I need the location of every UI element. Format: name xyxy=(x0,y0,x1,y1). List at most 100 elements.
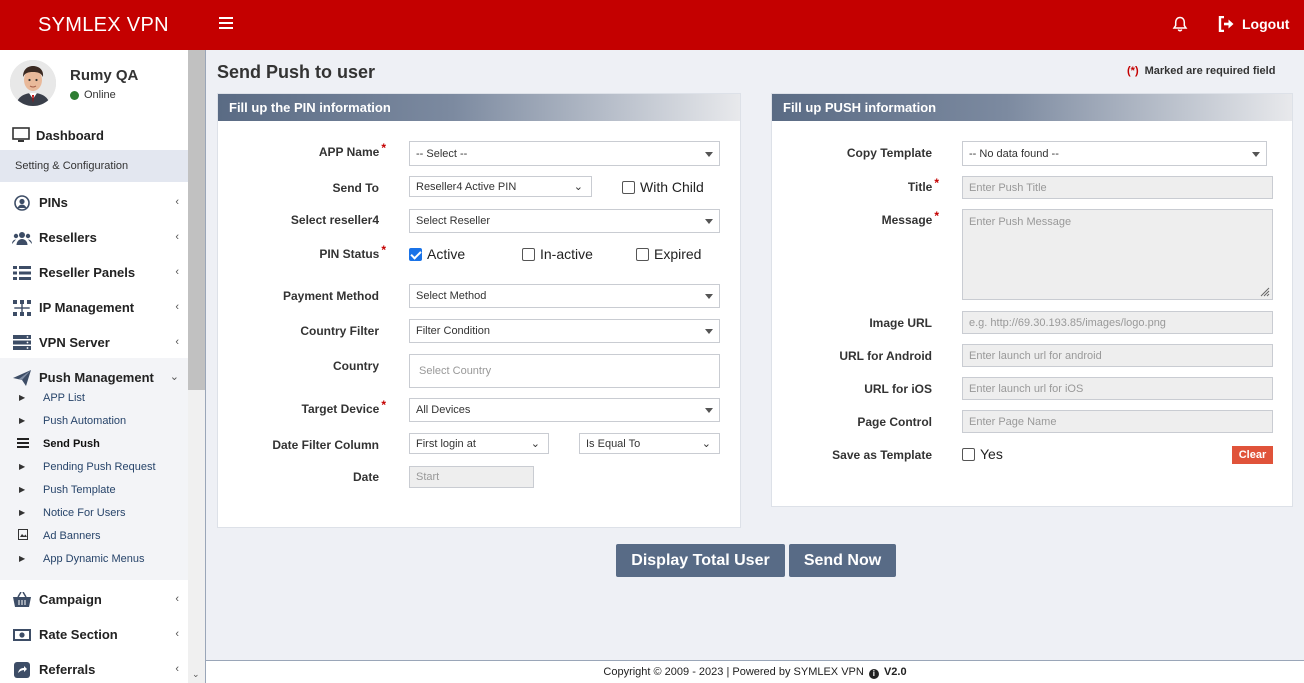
chevron-down-icon: ⌄ xyxy=(530,438,540,450)
push-title-input[interactable]: Enter Push Title xyxy=(962,176,1273,199)
page-control-input[interactable]: Enter Page Name xyxy=(962,410,1273,433)
select-value: First login at xyxy=(416,437,476,450)
list-lines-icon xyxy=(17,437,31,450)
sidebar-item-label: PINs xyxy=(39,195,68,210)
label-text: APP Name xyxy=(318,145,380,159)
country-multiselect[interactable]: Select Country xyxy=(409,354,720,388)
sidebar-item-vpn-server[interactable]: VPN Server ‹ xyxy=(0,325,188,360)
sidebar-item-rate-section[interactable]: Rate Section ‹ xyxy=(0,617,188,652)
footer: Copyright © 2009 - 2023 | Powered by SYM… xyxy=(206,660,1304,683)
sidebar-item-label: Referrals xyxy=(39,662,96,677)
title-label: Title * xyxy=(800,176,939,194)
sidebar-item-ip-management[interactable]: IP Management ‹ xyxy=(0,290,188,325)
scrollbar-thumb[interactable] xyxy=(188,50,205,390)
sidebar-section-setting[interactable]: Setting & Configuration xyxy=(0,150,188,182)
save-template-checkbox[interactable]: Yes xyxy=(962,446,1003,462)
checkbox-box[interactable] xyxy=(636,247,649,261)
status-expired-checkbox[interactable]: Expired xyxy=(636,246,701,262)
copy-template-select[interactable]: -- No data found -- xyxy=(962,141,1267,166)
resize-handle-icon[interactable] xyxy=(1260,287,1270,297)
chevron-left-icon: ‹ xyxy=(175,593,179,605)
reseller-select[interactable]: Select Reseller xyxy=(409,209,720,233)
server-icon xyxy=(12,335,32,350)
select-value: All Devices xyxy=(416,404,471,416)
label-text: Target Device xyxy=(301,402,380,416)
sidebar-item-label: Rate Section xyxy=(39,627,118,642)
sidebar-subitem-pending-push[interactable]: ▶ Pending Push Request xyxy=(0,455,188,478)
label-text: PIN Status xyxy=(319,247,380,261)
network-icon xyxy=(12,299,32,316)
hamburger-menu-icon[interactable] xyxy=(219,17,233,31)
sidebar-item-label: Dashboard xyxy=(36,127,104,143)
date-condition-select[interactable]: Is Equal To ⌄ xyxy=(579,433,720,454)
dropdown-arrow-icon xyxy=(705,219,713,224)
sidebar-subitem-send-push[interactable]: Send Push xyxy=(0,432,188,455)
sidebar-item-dashboard[interactable]: Dashboard xyxy=(12,127,104,143)
checkbox-box[interactable] xyxy=(962,447,975,461)
select-reseller-label: Select reseller4 xyxy=(290,213,379,227)
dropdown-arrow-icon xyxy=(705,294,713,299)
sidebar-scrollbar[interactable]: ⌄ xyxy=(188,50,205,683)
country-filter-select[interactable]: Filter Condition xyxy=(409,319,720,343)
sidebar-item-campaign[interactable]: Campaign ‹ xyxy=(0,582,188,617)
send-now-button[interactable]: Send Now xyxy=(789,544,896,577)
sidebar-subitem-label: Send Push xyxy=(43,437,100,450)
dropdown-arrow-icon xyxy=(705,329,713,334)
dropdown-arrow-icon xyxy=(705,408,713,413)
sidebar-subitem-label: Notice For Users xyxy=(43,506,126,519)
sidebar-subitem-label: APP List xyxy=(43,391,85,404)
with-child-checkbox[interactable]: With Child xyxy=(622,179,704,195)
label-text: Message xyxy=(881,213,933,227)
payment-method-select[interactable]: Select Method xyxy=(409,284,720,308)
users-icon xyxy=(12,231,32,245)
sidebar-item-resellers[interactable]: Resellers ‹ xyxy=(0,220,188,255)
payment-method-label: Payment Method xyxy=(282,289,379,303)
status-active-checkbox[interactable]: Active xyxy=(409,246,465,262)
save-template-label: Save as Template xyxy=(832,448,932,462)
chevron-left-icon: ‹ xyxy=(175,663,179,675)
top-bar: SYMLEX VPN Logout xyxy=(0,0,1304,50)
dropdown-arrow-icon xyxy=(1252,151,1260,157)
label-text: Title xyxy=(907,180,933,194)
target-device-select[interactable]: All Devices xyxy=(409,398,720,422)
checkbox-label: Yes xyxy=(980,446,1003,462)
sidebar-subitem-notice-users[interactable]: ▶ Notice For Users xyxy=(0,501,188,524)
brand-logo[interactable]: SYMLEX VPN xyxy=(38,14,169,37)
clear-button[interactable]: Clear xyxy=(1232,446,1273,464)
url-ios-input[interactable]: Enter launch url for iOS xyxy=(962,377,1273,400)
pin-status-label: PIN Status * xyxy=(260,243,386,261)
placeholder-text: Enter Page Name xyxy=(969,415,1057,428)
scroll-down-icon[interactable]: ⌄ xyxy=(192,669,200,680)
sidebar-subitem-push-automation[interactable]: ▶ Push Automation xyxy=(0,409,188,432)
sidebar-subitem-app-dynamic-menus[interactable]: ▶ App Dynamic Menus xyxy=(0,547,188,570)
bell-icon[interactable] xyxy=(1172,16,1188,36)
caret-right-icon: ▶ xyxy=(19,416,26,425)
chevron-left-icon: ‹ xyxy=(175,196,179,208)
user-circle-icon xyxy=(12,194,32,211)
url-android-label: URL for Android xyxy=(839,349,932,363)
sidebar-item-pins[interactable]: PINs ‹ xyxy=(0,185,188,220)
date-column-select[interactable]: First login at ⌄ xyxy=(409,433,549,454)
url-android-input[interactable]: Enter launch url for android xyxy=(962,344,1273,367)
push-message-textarea[interactable]: Enter Push Message xyxy=(962,209,1273,300)
image-url-input[interactable]: e.g. http://69.30.193.85/images/logo.png xyxy=(962,311,1273,334)
user-status: Online xyxy=(70,89,116,101)
sidebar-subitem-label: Push Automation xyxy=(43,414,127,427)
sidebar-subitem-push-template[interactable]: ▶ Push Template xyxy=(0,478,188,501)
select-value: -- No data found -- xyxy=(969,147,1059,160)
app-name-select[interactable]: -- Select -- xyxy=(409,141,720,166)
date-start-input[interactable]: Start xyxy=(409,466,534,488)
sidebar-subitem-ad-banners[interactable]: Ad Banners xyxy=(0,524,188,547)
checkbox-box[interactable] xyxy=(622,180,635,194)
sidebar-item-referrals[interactable]: Referrals ‹ xyxy=(0,652,188,683)
sidebar-subitem-app-list[interactable]: ▶ APP List xyxy=(0,386,188,409)
checkbox-box[interactable] xyxy=(409,247,422,261)
chevron-left-icon: ‹ xyxy=(175,301,179,313)
sidebar-item-reseller-panels[interactable]: Reseller Panels ‹ xyxy=(0,255,188,290)
app-name-label: APP Name * xyxy=(260,141,386,159)
send-to-select[interactable]: Reseller4 Active PIN ⌄ xyxy=(409,176,592,197)
logout-button[interactable]: Logout xyxy=(1218,16,1289,32)
checkbox-box[interactable] xyxy=(522,247,535,261)
status-inactive-checkbox[interactable]: In-active xyxy=(522,246,593,262)
display-total-user-button[interactable]: Display Total User xyxy=(616,544,785,577)
